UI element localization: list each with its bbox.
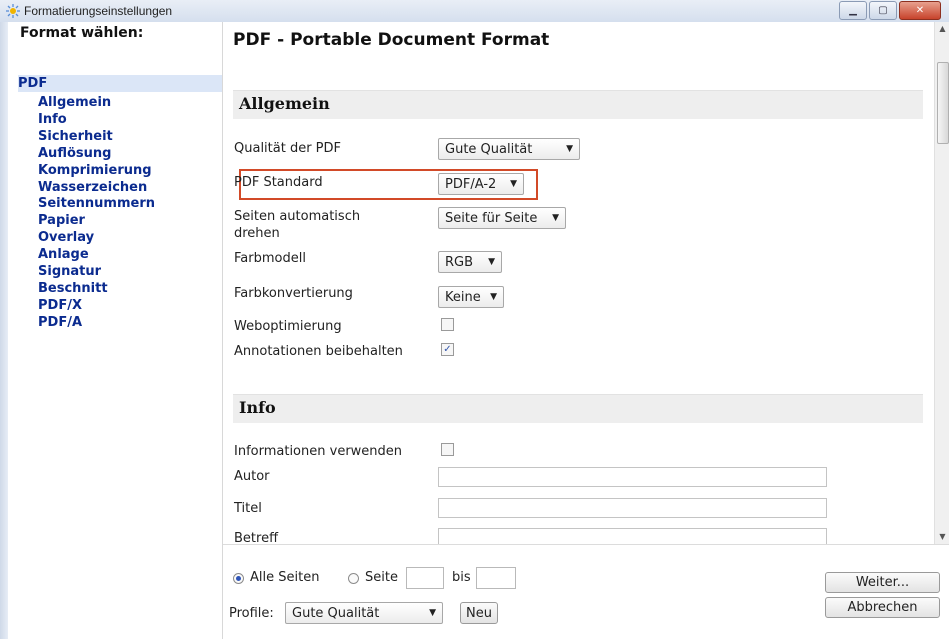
color-conv-label: Farbkonvertierung xyxy=(234,286,353,301)
scroll-up-icon[interactable]: ▲ xyxy=(935,22,949,36)
color-model-select[interactable]: RGB ▼ xyxy=(438,251,502,273)
author-field[interactable] xyxy=(438,467,827,487)
cancel-button-label: Abbrechen xyxy=(847,600,918,615)
color-conv-select[interactable]: Keine ▼ xyxy=(438,286,504,308)
sidebar-item-beschnitt[interactable]: Beschnitt xyxy=(38,281,155,298)
window-controls: ▁ ▢ ✕ xyxy=(839,1,941,20)
chevron-down-icon: ▼ xyxy=(429,608,436,618)
all-pages-radio[interactable] xyxy=(233,573,244,584)
profile-select[interactable]: Gute Qualität ▼ xyxy=(285,602,443,624)
color-model-value: RGB xyxy=(445,254,474,270)
sidebar-item-komprimierung[interactable]: Komprimierung xyxy=(38,163,155,180)
standard-label: PDF Standard xyxy=(234,175,323,190)
new-profile-button[interactable]: Neu xyxy=(460,602,498,624)
all-pages-label: Alle Seiten xyxy=(250,570,320,585)
profile-value: Gute Qualität xyxy=(292,605,380,621)
window-title: Formatierungseinstellungen xyxy=(24,4,173,18)
maximize-icon: ▢ xyxy=(878,5,888,16)
sidebar-item-anlage[interactable]: Anlage xyxy=(38,247,155,264)
rotate-value: Seite für Seite xyxy=(445,210,538,226)
sidebar-item-wasserzeichen[interactable]: Wasserzeichen xyxy=(38,180,155,197)
sidebar-item-pdf[interactable]: PDF xyxy=(18,75,222,92)
sidebar-item-pdfa[interactable]: PDF/A xyxy=(38,315,155,332)
close-button[interactable]: ✕ xyxy=(899,1,941,20)
vertical-scrollbar[interactable]: ▲ ▼ xyxy=(934,22,949,544)
chevron-down-icon: ▼ xyxy=(510,179,517,189)
sidebar-item-signatur[interactable]: Signatur xyxy=(38,264,155,281)
pdf-standard-select[interactable]: PDF/A-2 ▼ xyxy=(438,173,524,195)
sidebar-item-pdfx[interactable]: PDF/X xyxy=(38,298,155,315)
page-to-input[interactable] xyxy=(476,567,516,589)
profile-label: Profile: xyxy=(229,606,274,621)
page-title: PDF - Portable Document Format xyxy=(233,30,550,50)
minimize-button[interactable]: ▁ xyxy=(839,1,867,20)
scroll-down-icon[interactable]: ▼ xyxy=(935,530,949,544)
new-profile-label: Neu xyxy=(466,605,492,621)
checkmark-icon: ✓ xyxy=(443,344,452,355)
quality-label: Qualität der PDF xyxy=(234,141,342,156)
pdf-standard-value: PDF/A-2 xyxy=(445,176,497,192)
section-header-info: Info xyxy=(233,394,923,423)
annot-label: Annotationen beibehalten xyxy=(234,344,403,359)
chevron-down-icon: ▼ xyxy=(552,213,559,223)
rotate-select[interactable]: Seite für Seite ▼ xyxy=(438,207,566,229)
sidebar-item-aufloesung[interactable]: Auflösung xyxy=(38,146,155,163)
scroll-thumb[interactable] xyxy=(937,62,949,144)
bottom-bar: Alle Seiten Seite bis Profile: Gute Qual… xyxy=(223,544,949,640)
subject-field[interactable] xyxy=(438,528,827,544)
page-range-radio[interactable] xyxy=(348,573,359,584)
minimize-icon: ▁ xyxy=(849,5,857,16)
section-title: Allgemein xyxy=(239,94,330,113)
cancel-button[interactable]: Abbrechen xyxy=(825,597,940,618)
sidebar-item-seitennummern[interactable]: Seitennummern xyxy=(38,196,155,213)
weboptim-checkbox[interactable] xyxy=(441,318,454,331)
sidebar-heading: Format wählen: xyxy=(20,25,144,41)
weboptim-label: Weboptimierung xyxy=(234,319,342,334)
color-model-label: Farbmodell xyxy=(234,251,306,266)
format-sidebar: Format wählen: PDF Allgemein Info Sicher… xyxy=(8,22,223,639)
sidebar-item-label: PDF xyxy=(18,76,48,91)
chevron-down-icon: ▼ xyxy=(490,292,497,302)
sidebar-subitems: Allgemein Info Sicherheit Auflösung Komp… xyxy=(38,95,155,332)
chevron-down-icon: ▼ xyxy=(488,257,495,267)
chevron-down-icon: ▼ xyxy=(566,144,573,154)
section-title: Info xyxy=(239,398,276,417)
quality-select[interactable]: Gute Qualität ▼ xyxy=(438,138,580,160)
next-button-label: Weiter... xyxy=(855,575,910,590)
author-label: Autor xyxy=(234,469,270,484)
color-conv-value: Keine xyxy=(445,289,481,305)
sidebar-item-allgemein[interactable]: Allgemein xyxy=(38,95,155,112)
annot-checkbox[interactable]: ✓ xyxy=(441,343,454,356)
close-icon: ✕ xyxy=(915,5,925,16)
sidebar-item-overlay[interactable]: Overlay xyxy=(38,230,155,247)
maximize-button[interactable]: ▢ xyxy=(869,1,897,20)
title-field[interactable] xyxy=(438,498,827,518)
sidebar-item-papier[interactable]: Papier xyxy=(38,213,155,230)
sidebar-item-info[interactable]: Info xyxy=(38,112,155,129)
title-bar: Formatierungseinstellungen ▁ ▢ ✕ xyxy=(0,0,949,23)
settings-panel[interactable]: PDF - Portable Document Format Allgemein… xyxy=(223,22,934,544)
use-info-label: Informationen verwenden xyxy=(234,444,403,459)
page-label: Seite xyxy=(365,570,398,585)
section-header-allgemein: Allgemein xyxy=(233,90,923,119)
next-button[interactable]: Weiter... xyxy=(825,572,940,593)
quality-value: Gute Qualität xyxy=(445,141,533,157)
bis-label: bis xyxy=(452,570,471,585)
app-icon xyxy=(6,4,20,18)
subject-label: Betreff xyxy=(234,531,279,544)
page-from-input[interactable] xyxy=(406,567,444,589)
window-border xyxy=(0,22,8,639)
title-label: Titel xyxy=(234,501,262,516)
rotate-label: Seiten automatisch drehen xyxy=(234,209,361,241)
sidebar-item-sicherheit[interactable]: Sicherheit xyxy=(38,129,155,146)
use-info-checkbox[interactable] xyxy=(441,443,454,456)
